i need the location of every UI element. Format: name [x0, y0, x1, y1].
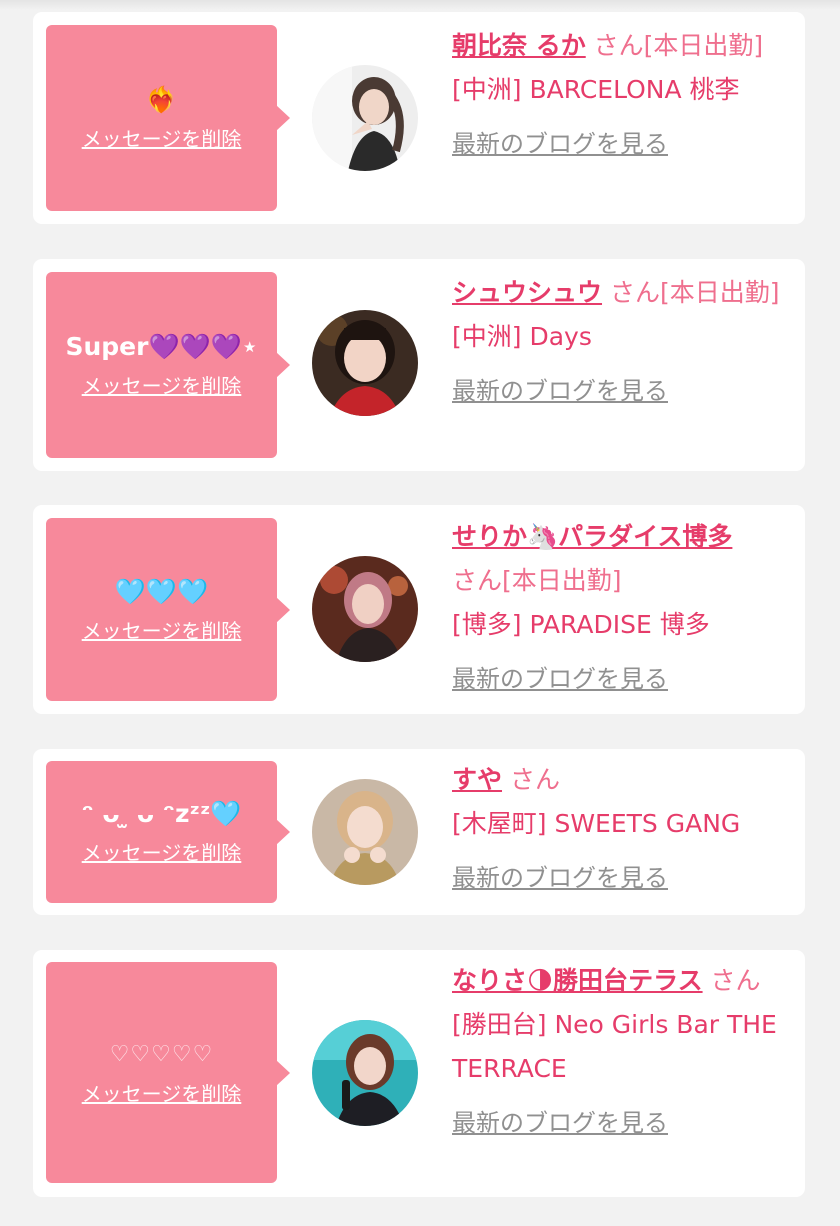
delete-message-link[interactable]: メッセージを削除: [82, 839, 242, 867]
message-card: ♡♡♡♡♡ メッセージを削除 なりさ🌗勝田台テラス さん [勝田台] Neo G…: [33, 950, 805, 1197]
message-bubble: ᵔ ᴗ ̫ ᴗ ᵔzᶻᶻ🩵 メッセージを削除: [46, 761, 290, 903]
latest-blog-link[interactable]: 最新のブログを見る: [452, 1101, 798, 1145]
girl-info: シュウシュウ さん[本日出勤] [中洲] Days 最新のブログを見る: [452, 271, 798, 413]
message-text: ᵔ ᴗ ̫ ᴗ ᵔzᶻᶻ🩵: [81, 799, 242, 828]
woman-portrait-avatar-icon: [312, 310, 418, 416]
girl-name-link[interactable]: シュウシュウ: [452, 278, 602, 307]
message-card: ᵔ ᴗ ̫ ᴗ ᵔzᶻᶻ🩵 メッセージを削除 すや さん [木屋町] SWEET…: [33, 749, 805, 915]
woman-portrait-avatar-icon: [312, 1020, 418, 1126]
latest-blog-link[interactable]: 最新のブログを見る: [452, 122, 798, 166]
avatar[interactable]: [312, 779, 418, 885]
message-text: ♡♡♡♡♡: [109, 1041, 214, 1067]
girl-status: さん: [702, 966, 761, 995]
avatar[interactable]: [312, 556, 418, 662]
latest-blog-link[interactable]: 最新のブログを見る: [452, 369, 798, 413]
girl-name-link[interactable]: すや: [452, 765, 502, 794]
delete-message-link[interactable]: メッセージを削除: [82, 372, 242, 400]
delete-message-link[interactable]: メッセージを削除: [82, 617, 242, 645]
delete-message-link[interactable]: メッセージを削除: [82, 1080, 242, 1108]
message-bubble: ❤️‍🔥 メッセージを削除: [46, 25, 290, 211]
message-bubble: 🩵🩵🩵 メッセージを削除: [46, 518, 290, 701]
girl-status: さん[本日出勤]: [602, 278, 780, 307]
message-card: Super💜💜💜⋆ メッセージを削除 シュウシュウ さん[本日出勤] [中洲] …: [33, 259, 805, 471]
girl-status: さん: [502, 765, 560, 794]
avatar[interactable]: [312, 65, 418, 171]
girl-info: せりか🦄パラダイス博多 さん[本日出勤] [博多] PARADISE 博多 最新…: [452, 515, 798, 701]
girl-info: 朝比奈 るか さん[本日出勤] [中洲] BARCELONA 桃李 最新のブログ…: [452, 24, 798, 166]
woman-portrait-avatar-icon: [312, 65, 418, 171]
delete-message-link[interactable]: メッセージを削除: [82, 125, 242, 153]
girl-name-link[interactable]: なりさ🌗勝田台テラス: [452, 966, 703, 995]
message-bubble: Super💜💜💜⋆ メッセージを削除: [46, 272, 290, 458]
shop-name: [博多] PARADISE 博多: [452, 610, 710, 639]
shop-name: [勝田台] Neo Girls Bar THE TERRACE: [452, 1010, 777, 1083]
top-shadow: [0, 0, 840, 10]
woman-portrait-avatar-icon: [312, 556, 418, 662]
latest-blog-link[interactable]: 最新のブログを見る: [452, 856, 798, 900]
girl-name-link[interactable]: せりか🦄パラダイス博多: [452, 522, 732, 551]
shop-name: [中洲] Days: [452, 322, 592, 351]
message-card: 🩵🩵🩵 メッセージを削除 せりか🦄パラダイス博多 さん[本日出勤] [博多] P…: [33, 505, 805, 714]
girl-info: すや さん [木屋町] SWEETS GANG 最新のブログを見る: [452, 758, 798, 900]
shop-name: [木屋町] SWEETS GANG: [452, 809, 741, 838]
girl-info: なりさ🌗勝田台テラス さん [勝田台] Neo Girls Bar THE TE…: [452, 959, 798, 1145]
girl-name-link[interactable]: 朝比奈 るか: [452, 31, 586, 60]
message-text: Super💜💜💜⋆: [65, 332, 258, 361]
avatar[interactable]: [312, 1020, 418, 1126]
latest-blog-link[interactable]: 最新のブログを見る: [452, 657, 798, 701]
girl-status: さん[本日出勤]: [452, 566, 622, 595]
girl-status: さん[本日出勤]: [585, 31, 764, 60]
message-bubble: ♡♡♡♡♡ メッセージを削除: [46, 962, 290, 1183]
message-text: ❤️‍🔥: [145, 85, 178, 114]
message-card: ❤️‍🔥 メッセージを削除 朝比奈 るか さん[本日出勤] [中洲] BARCE…: [33, 12, 805, 224]
shop-name: [中洲] BARCELONA 桃李: [452, 75, 740, 104]
woman-portrait-avatar-icon: [312, 779, 418, 885]
message-text: 🩵🩵🩵: [114, 576, 209, 606]
avatar[interactable]: [312, 310, 418, 416]
